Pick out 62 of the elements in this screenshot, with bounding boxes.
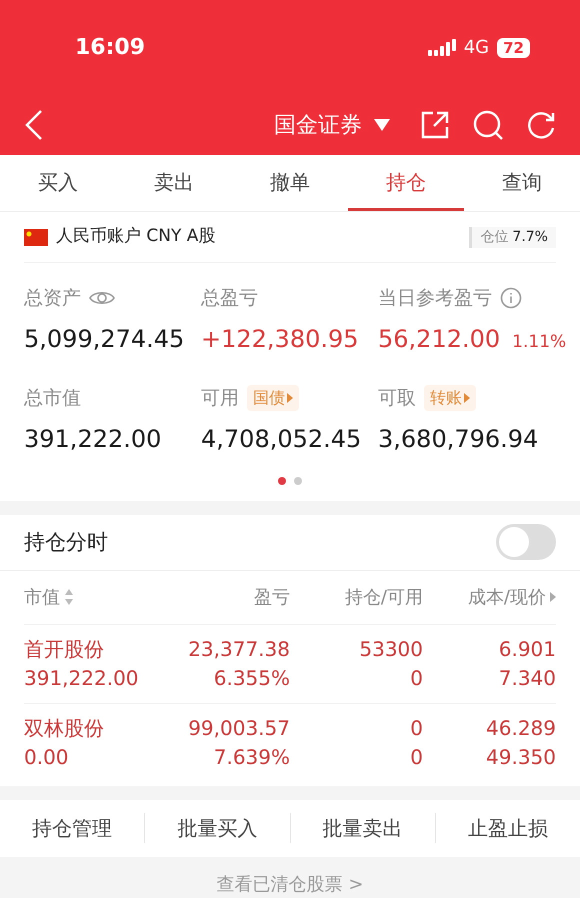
- table-cell-text: 0.00: [24, 744, 70, 771]
- tab[interactable]: 买入: [0, 155, 116, 212]
- caret-icon: [464, 392, 470, 403]
- flag-icon: [24, 228, 48, 246]
- back-icon[interactable]: [24, 109, 44, 141]
- action-button[interactable]: 批量买入: [145, 813, 290, 844]
- table-cell-text: 6.355%: [214, 664, 290, 692]
- action-button[interactable]: 持仓管理: [0, 813, 144, 844]
- table-cell-text: 46.289: [486, 714, 556, 742]
- table-cell-text: 391,222.00: [24, 664, 140, 692]
- stat-label: 可取: [378, 386, 416, 411]
- stat-value: 3,680,796.94: [378, 424, 538, 455]
- column-header[interactable]: 成本/现价: [468, 584, 546, 611]
- refresh-icon[interactable]: [526, 110, 556, 140]
- search-icon[interactable]: [472, 109, 504, 141]
- stat-percent: 1.11%: [512, 330, 566, 354]
- stat-value: 391,222.00: [24, 424, 162, 455]
- stock-name[interactable]: 首开股份: [24, 634, 157, 664]
- column-header[interactable]: 持仓/可用: [344, 584, 423, 611]
- battery-level: 72: [497, 38, 530, 58]
- tab[interactable]: 查询: [464, 155, 580, 212]
- table-cell-text: 53300: [359, 636, 423, 663]
- caret-icon: [287, 392, 293, 403]
- caret-icon[interactable]: [550, 592, 556, 602]
- share-icon[interactable]: [420, 110, 450, 140]
- column-header[interactable]: 盈亏: [254, 584, 290, 611]
- table-cell-text: 6.901: [498, 636, 556, 663]
- stat-value: 56,212.00: [378, 324, 500, 355]
- column-header[interactable]: 市值: [24, 584, 60, 611]
- broker-title[interactable]: 国金证券: [274, 108, 390, 142]
- table-cell-text: 7.340: [498, 664, 556, 692]
- table-cell-text: 99,003.57: [188, 714, 290, 742]
- status-time: 16:09: [75, 34, 146, 62]
- stat-value: 4,708,052.45: [201, 424, 362, 455]
- table-cell-text: 7.639%: [214, 744, 290, 771]
- tab[interactable]: 卖出: [116, 155, 232, 212]
- sort-icon[interactable]: [64, 588, 74, 606]
- stat-value: +122,380.95: [201, 324, 359, 355]
- position-ratio: 仓位 7.7%: [469, 226, 556, 248]
- section-title: 持仓分时: [24, 528, 108, 556]
- action-button[interactable]: 止盈止损: [436, 813, 580, 844]
- stat-label: 当日参考盈亏: [378, 286, 492, 311]
- table-cell-text: 0: [410, 664, 423, 692]
- stat-label: 可用: [201, 386, 239, 411]
- signal-icon: [428, 38, 456, 56]
- stat-value: 5,099,274.45: [24, 324, 184, 355]
- dropdown-caret-icon: [374, 119, 390, 131]
- network-label: 4G: [464, 36, 490, 60]
- action-button[interactable]: 批量卖出: [290, 813, 435, 844]
- tab[interactable]: 撤单: [232, 155, 348, 212]
- table-cell-text: 0: [410, 744, 423, 771]
- table-cell-text: 0: [410, 714, 423, 742]
- account-label: 人民币账户 CNY A股: [56, 225, 216, 248]
- stat-label: 总市值: [24, 386, 81, 411]
- table-cell-text: 49.350: [486, 744, 556, 771]
- stat-label: 总盈亏: [201, 286, 258, 311]
- stock-name[interactable]: 双林股份: [24, 714, 157, 743]
- stat-label: 总资产: [24, 286, 81, 311]
- info-icon[interactable]: [500, 286, 522, 309]
- toggle-switch[interactable]: [496, 524, 556, 560]
- table-cell-text: 23,377.38: [188, 636, 290, 663]
- cleared-stocks-link[interactable]: 查看已清仓股票 >: [216, 871, 364, 898]
